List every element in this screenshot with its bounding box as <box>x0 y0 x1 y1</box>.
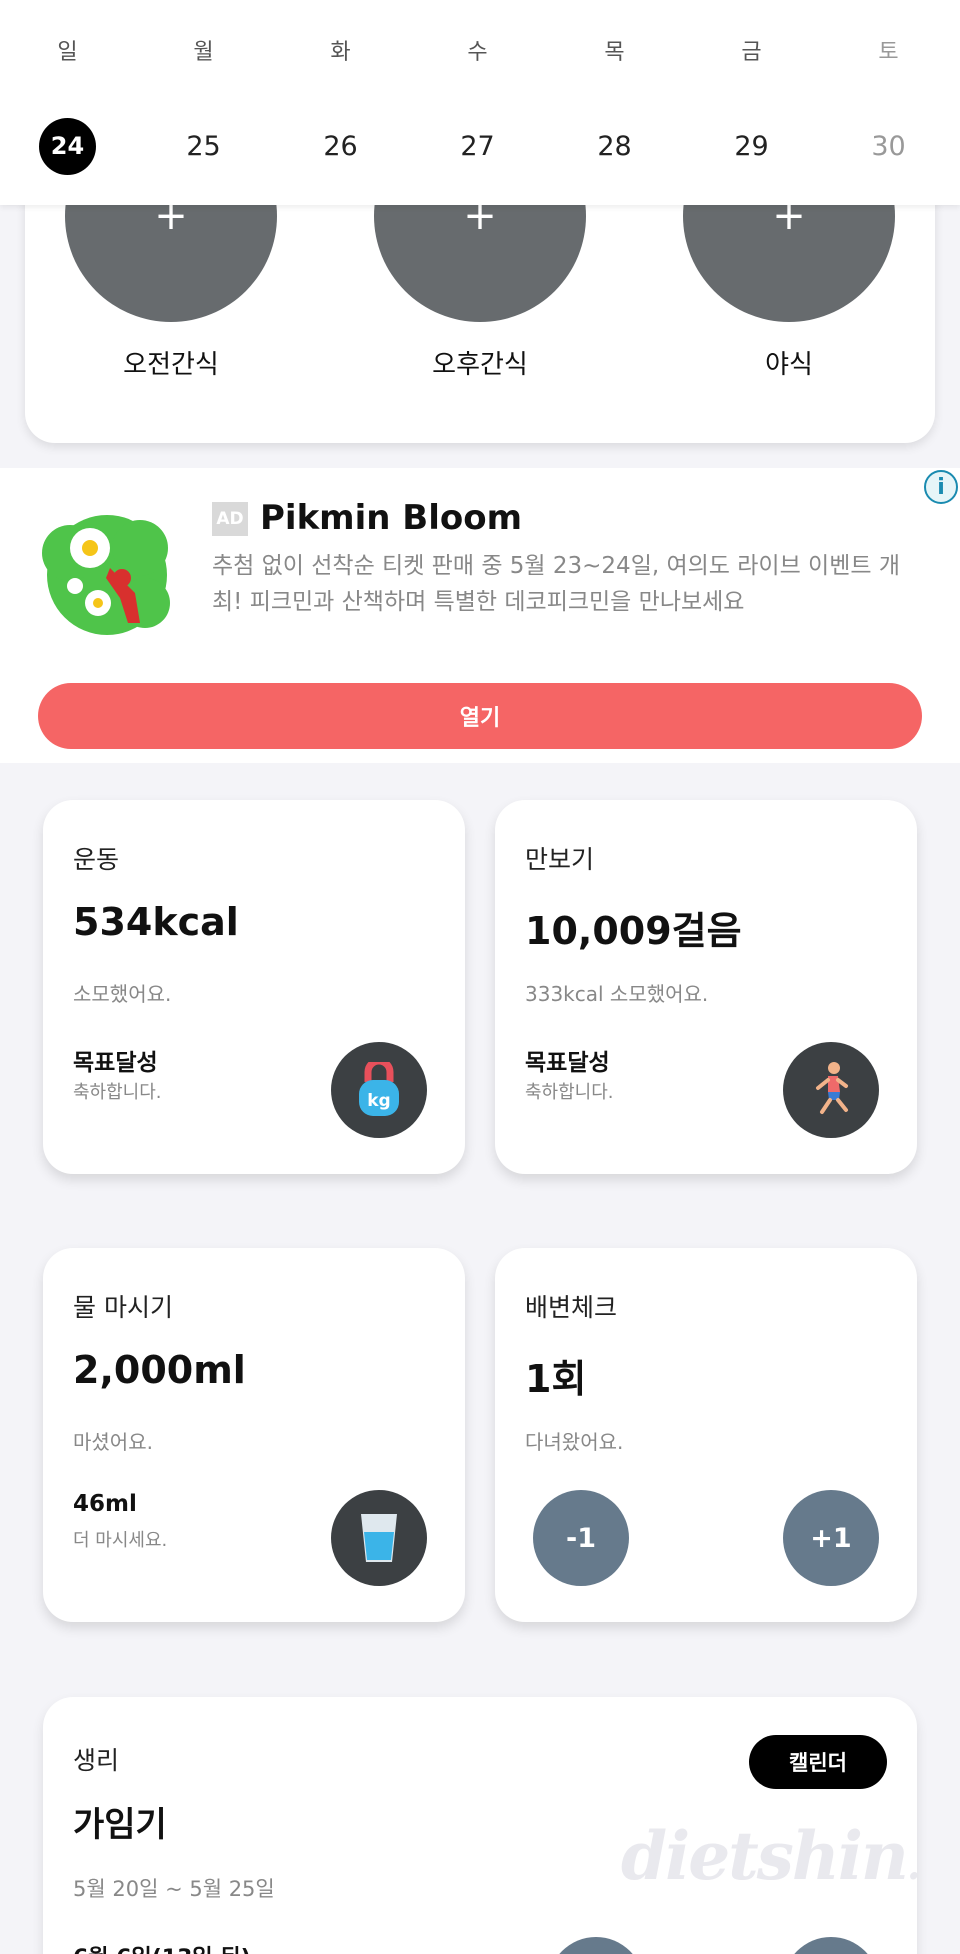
pedometer-card[interactable]: 만보기 10,009걸음 333kcal 소모했어요. 목표달성 축하합니다. <box>495 800 917 1174</box>
water-glass-icon[interactable] <box>331 1490 427 1586</box>
snack-label: 야식 <box>765 350 813 380</box>
kettlebell-icon[interactable]: kg <box>331 1042 427 1138</box>
card-subtext: 소모했어요. <box>73 982 172 1006</box>
increment-button[interactable]: +1 <box>783 1490 879 1586</box>
watermark-text: dietshin <box>621 1817 909 1895</box>
date-row: 24 25 26 27 28 29 30 <box>0 117 960 175</box>
date-item[interactable]: 25 <box>135 118 272 174</box>
card-title: 운동 <box>73 845 120 874</box>
card-title: 배변체크 <box>525 1293 618 1322</box>
snack-label: 오후간식 <box>432 350 528 380</box>
watermark: dietshin.com <box>621 1817 917 1895</box>
card-value: 2,000ml <box>73 1348 246 1392</box>
date-label: 24 <box>39 117 96 175</box>
runner-icon[interactable] <box>783 1042 879 1138</box>
date-item[interactable]: 29 <box>683 118 820 174</box>
exercise-card[interactable]: 운동 534kcal 소모했어요. 목표달성 축하합니다. kg <box>43 800 465 1174</box>
card-value: 1회 <box>525 1357 587 1401</box>
remaining-amount: 46ml <box>73 1491 137 1517</box>
weekday-label: 금 <box>741 40 762 65</box>
weekday-label: 일 <box>57 40 78 65</box>
goal-subtext: 축하합니다. <box>73 1082 162 1103</box>
svg-text:kg: kg <box>367 1091 390 1111</box>
ad-banner: i AD Pikmin Bloom 추첨 없이 선착순 티켓 판매 중 5월 2… <box>0 468 960 763</box>
period-action-button[interactable] <box>783 1937 879 1954</box>
ad-title[interactable]: Pikmin Bloom <box>260 498 522 538</box>
card-subtext: 333kcal 소모했어요. <box>525 982 709 1006</box>
goal-status: 목표달성 <box>73 1050 158 1076</box>
date-item[interactable]: 27 <box>409 118 546 174</box>
date-item[interactable]: 30 <box>820 118 957 174</box>
next-period: 6월 6일(13일 뒤) <box>73 1940 251 1954</box>
weekday-label: 월 <box>193 40 214 65</box>
period-range: 5월 20일 ~ 5월 25일 <box>73 1877 275 1901</box>
card-subtext: 마셨어요. <box>73 1430 153 1454</box>
snack-label: 오전간식 <box>123 350 219 380</box>
weekday-row: 일 월 화 수 목 금 토 <box>0 34 960 66</box>
ad-description: 추첨 없이 선착순 티켓 판매 중 5월 23~24일, 여의도 라이브 이벤트… <box>212 553 901 615</box>
period-action-button[interactable] <box>548 1937 644 1954</box>
water-card[interactable]: 물 마시기 2,000ml 마셨어요. 46ml 더 마시세요. <box>43 1248 465 1622</box>
date-item[interactable]: 28 <box>546 118 683 174</box>
remaining-subtext: 더 마시세요. <box>73 1530 168 1551</box>
card-value: 534kcal <box>73 900 239 944</box>
weekday-label: 수 <box>467 40 488 65</box>
card-value: 가임기 <box>73 1805 167 1845</box>
pikmin-logo <box>42 515 170 635</box>
weekday-label: 목 <box>604 40 625 65</box>
decrement-button[interactable]: -1 <box>533 1490 629 1586</box>
card-title: 물 마시기 <box>73 1293 173 1322</box>
card-title: 생리 <box>73 1746 120 1775</box>
period-card[interactable]: dietshin.com 생리 가임기 5월 20일 ~ 5월 25일 6월 6… <box>43 1697 917 1954</box>
watermark-suffix: .com <box>907 1842 917 1889</box>
weekday-label: 화 <box>330 40 351 65</box>
week-header: 일 월 화 수 목 금 토 24 25 26 27 28 29 30 <box>0 0 960 205</box>
goal-subtext: 축하합니다. <box>525 1082 614 1103</box>
calendar-button[interactable]: 캘린더 <box>749 1735 887 1789</box>
date-selected[interactable]: 24 <box>0 117 135 175</box>
bowel-check-card: 배변체크 1회 다녀왔어요. -1 +1 <box>495 1248 917 1622</box>
goal-status: 목표달성 <box>525 1050 610 1076</box>
date-item[interactable]: 26 <box>272 118 409 174</box>
ad-open-button[interactable]: 열기 <box>38 683 922 749</box>
card-value: 10,009걸음 <box>525 909 742 953</box>
ad-info-icon[interactable]: i <box>924 470 958 504</box>
card-title: 만보기 <box>525 845 595 874</box>
weekday-label: 토 <box>878 40 899 65</box>
card-subtext: 다녀왔어요. <box>525 1430 624 1454</box>
ad-badge: AD <box>212 502 248 536</box>
